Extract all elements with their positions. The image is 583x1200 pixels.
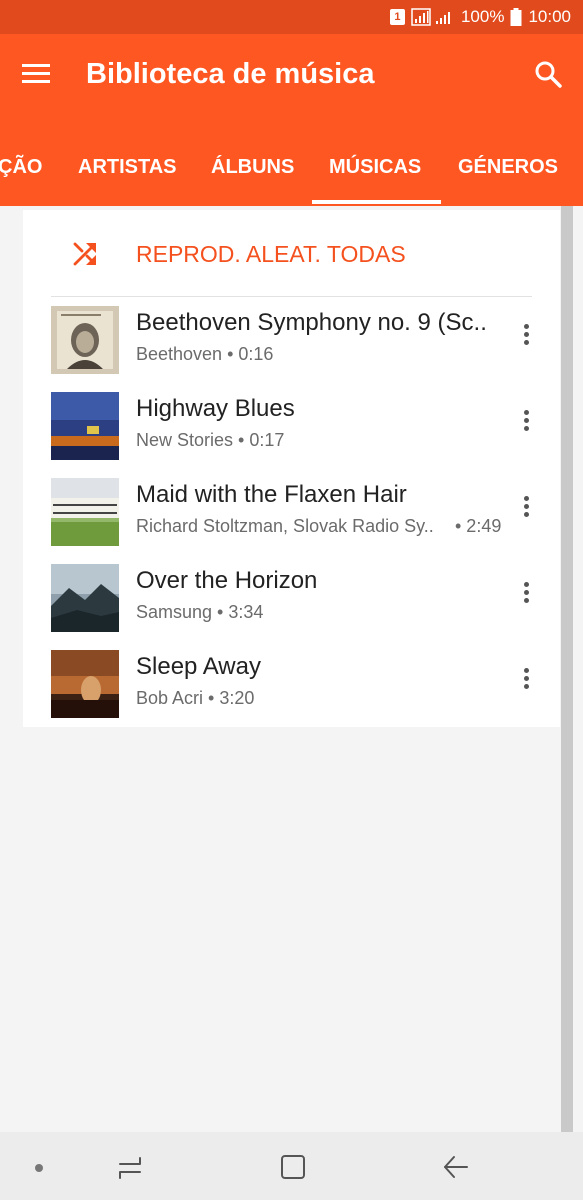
- clock: 10:00: [528, 7, 571, 26]
- tab-bar: ÇÃO ARTISTAS ÁLBUNS MÚSICAS GÉNEROS: [0, 120, 583, 206]
- more-options-button[interactable]: [520, 668, 532, 692]
- song-title: Beethoven Symphony no. 9 (Sc..: [136, 309, 487, 336]
- song-row[interactable]: Sleep Away Bob Acri • 3:20: [23, 640, 560, 726]
- battery-icon: [510, 8, 522, 26]
- tab-indicator: [312, 200, 441, 204]
- album-art: [51, 650, 119, 718]
- song-meta: Beethoven • 0:16: [136, 344, 274, 364]
- song-meta: Samsung • 3:34: [136, 602, 264, 622]
- search-icon: [535, 61, 562, 88]
- song-title: Highway Blues: [136, 395, 295, 422]
- home-button[interactable]: [280, 1154, 306, 1180]
- shuffle-all-label: REPROD. ALEAT. TODAS: [136, 241, 406, 267]
- album-art: [51, 564, 119, 632]
- song-title: Over the Horizon: [136, 567, 318, 594]
- song-row[interactable]: Over the Horizon Samsung • 3:34: [23, 554, 560, 640]
- album-art: [51, 392, 119, 460]
- nav-dot-icon: [35, 1164, 43, 1172]
- song-meta: Bob Acri • 3:20: [136, 688, 255, 708]
- song-row[interactable]: Highway Blues New Stories • 0:17: [23, 382, 560, 468]
- status-bar: 1 100% 10:00: [0, 0, 583, 34]
- system-nav-bar: [0, 1132, 583, 1200]
- scrollbar[interactable]: [561, 206, 573, 1132]
- more-options-button[interactable]: [520, 324, 532, 348]
- more-icon: [523, 668, 529, 673]
- search-button[interactable]: [534, 60, 564, 90]
- more-options-button[interactable]: [520, 410, 532, 434]
- song-title: Sleep Away: [136, 653, 261, 680]
- status-icons: 1 100% 10:00: [389, 6, 571, 28]
- tab-artistas[interactable]: ARTISTAS: [78, 156, 177, 179]
- shuffle-all-button[interactable]: REPROD. ALEAT. TODAS: [23, 210, 560, 296]
- song-duration: • 2:49: [455, 516, 502, 536]
- album-art: [51, 478, 119, 546]
- song-title: Maid with the Flaxen Hair: [136, 481, 407, 508]
- more-icon: [523, 324, 529, 329]
- tab-musicas[interactable]: MÚSICAS: [329, 156, 421, 179]
- album-art: [51, 306, 119, 374]
- shuffle-icon: [73, 242, 96, 266]
- menu-icon: [22, 64, 50, 83]
- more-options-button[interactable]: [520, 582, 532, 606]
- app-bar: Biblioteca de música: [0, 34, 583, 120]
- song-row[interactable]: Maid with the Flaxen Hair Richard Stoltz…: [23, 468, 560, 554]
- song-list: REPROD. ALEAT. TODAS Beethoven Symphony …: [23, 210, 560, 727]
- page-title: Biblioteca de música: [86, 58, 375, 90]
- home-icon: [281, 1155, 305, 1179]
- more-options-button[interactable]: [520, 496, 532, 520]
- back-icon: [444, 1156, 468, 1178]
- song-meta: New Stories • 0:17: [136, 430, 285, 450]
- tab-generos[interactable]: GÉNEROS: [458, 156, 558, 179]
- song-meta: Richard Stoltzman, Slovak Radio Sy..: [136, 516, 434, 536]
- song-row[interactable]: Beethoven Symphony no. 9 (Sc.. Beethoven…: [23, 296, 560, 382]
- more-icon: [523, 496, 529, 501]
- tab-albuns[interactable]: ÁLBUNS: [211, 156, 294, 179]
- menu-button[interactable]: [22, 62, 56, 90]
- more-icon: [523, 410, 529, 415]
- more-icon: [523, 582, 529, 587]
- tab-partial[interactable]: ÇÃO: [0, 156, 42, 179]
- battery-percent: 100%: [460, 7, 505, 26]
- signal-icon: [411, 8, 450, 26]
- back-button[interactable]: [442, 1154, 470, 1180]
- sim-icon: 1: [389, 9, 405, 25]
- recents-button[interactable]: [116, 1154, 144, 1180]
- recents-icon: [119, 1157, 141, 1179]
